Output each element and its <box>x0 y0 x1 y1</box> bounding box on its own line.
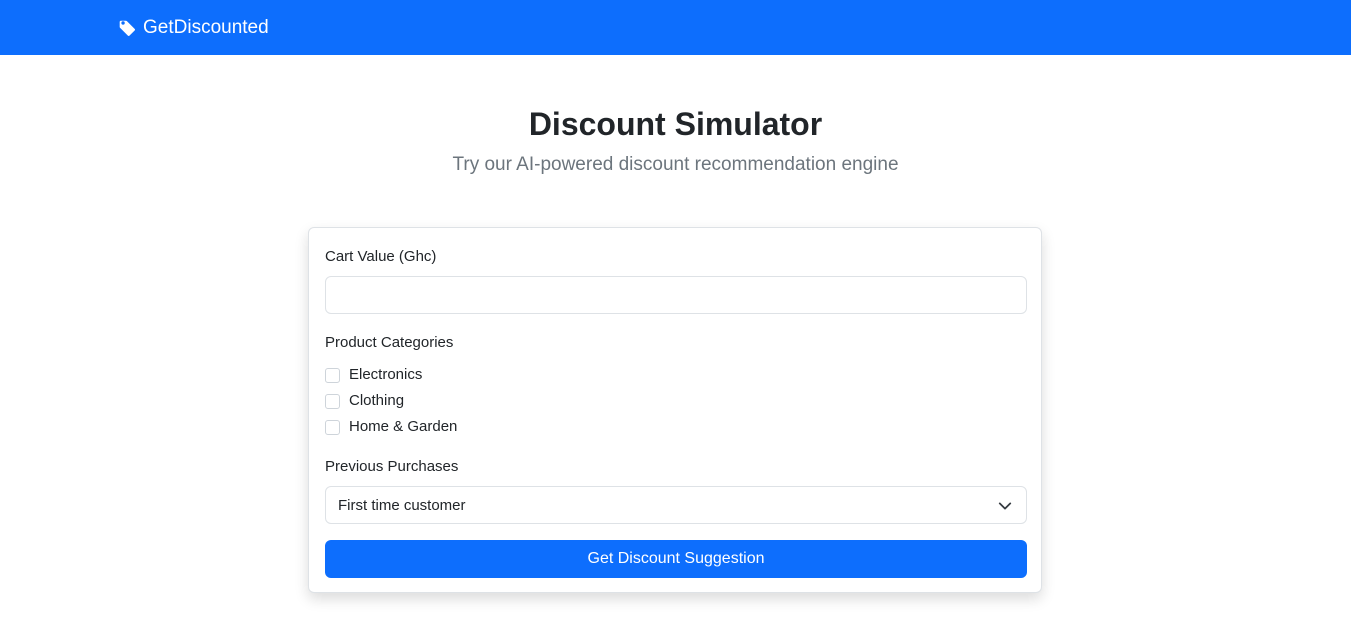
previous-purchases-select[interactable]: First time customer <box>325 486 1027 524</box>
home-garden-label: Home & Garden <box>349 418 458 435</box>
brand-link[interactable]: GetDiscounted <box>118 15 269 41</box>
chevron-down-icon <box>998 499 1012 513</box>
tag-icon <box>118 19 136 37</box>
top-navbar: GetDiscounted <box>0 0 1351 55</box>
category-clothing[interactable]: Clothing <box>325 391 404 411</box>
brand-name: GetDiscounted <box>143 17 269 38</box>
cart-value-label: Cart Value (Ghc) <box>325 248 437 265</box>
clothing-label: Clothing <box>349 392 405 409</box>
clothing-checkbox[interactable] <box>325 393 340 409</box>
page-subtitle: Try our AI-powered discount recommendati… <box>452 154 899 175</box>
electronics-checkbox[interactable] <box>325 367 340 383</box>
previous-purchases-value: First time customer <box>338 496 466 514</box>
home-garden-checkbox[interactable] <box>325 419 340 435</box>
cart-value-input[interactable] <box>325 276 1027 314</box>
previous-purchases-label: Previous Purchases <box>325 458 459 475</box>
category-electronics[interactable]: Electronics <box>325 365 422 385</box>
electronics-label: Electronics <box>349 366 423 383</box>
get-discount-button[interactable]: Get Discount Suggestion <box>325 540 1027 578</box>
category-home-garden[interactable]: Home & Garden <box>325 417 457 437</box>
page-title: Discount Simulator <box>528 106 823 142</box>
product-categories-label: Product Categories <box>325 334 454 351</box>
discount-form-card: Cart Value (Ghc) Product Categories Elec… <box>308 227 1042 593</box>
